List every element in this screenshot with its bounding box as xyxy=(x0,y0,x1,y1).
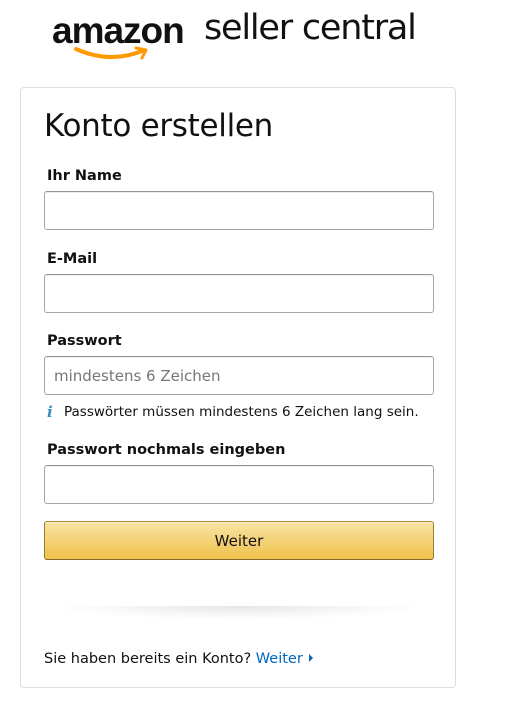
continue-button[interactable]: Weiter xyxy=(44,521,434,560)
email-input[interactable] xyxy=(44,274,434,313)
password-input[interactable] xyxy=(44,356,434,395)
name-label: Ihr Name xyxy=(47,168,122,184)
name-input[interactable] xyxy=(44,191,434,230)
password-confirm-input[interactable] xyxy=(44,465,434,504)
password-confirm-label: Passwort nochmals eingeben xyxy=(47,442,286,458)
caret-right-icon xyxy=(308,654,313,662)
register-card: Konto erstellen Ihr Name E-Mail Passwort… xyxy=(20,87,456,688)
logo-product-text: seller central xyxy=(204,8,417,48)
signin-prompt: Sie haben bereits ein Konto? Weiter xyxy=(44,651,313,667)
password-label: Passwort xyxy=(47,333,122,349)
password-hint: i Passwörter müssen mindestens 6 Zeichen… xyxy=(47,403,419,421)
info-icon: i xyxy=(47,403,53,421)
signin-link[interactable]: Weiter xyxy=(256,651,313,667)
page-title: Konto erstellen xyxy=(44,108,274,144)
password-hint-text: Passwörter müssen mindestens 6 Zeichen l… xyxy=(64,404,419,420)
signin-link-label: Weiter xyxy=(255,651,303,667)
amazon-seller-central-logo: amazon seller central xyxy=(52,8,432,66)
divider xyxy=(51,606,427,620)
amazon-smile-icon xyxy=(74,46,148,60)
email-label: E-Mail xyxy=(47,251,98,267)
signin-prompt-text: Sie haben bereits ein Konto? xyxy=(44,651,252,667)
